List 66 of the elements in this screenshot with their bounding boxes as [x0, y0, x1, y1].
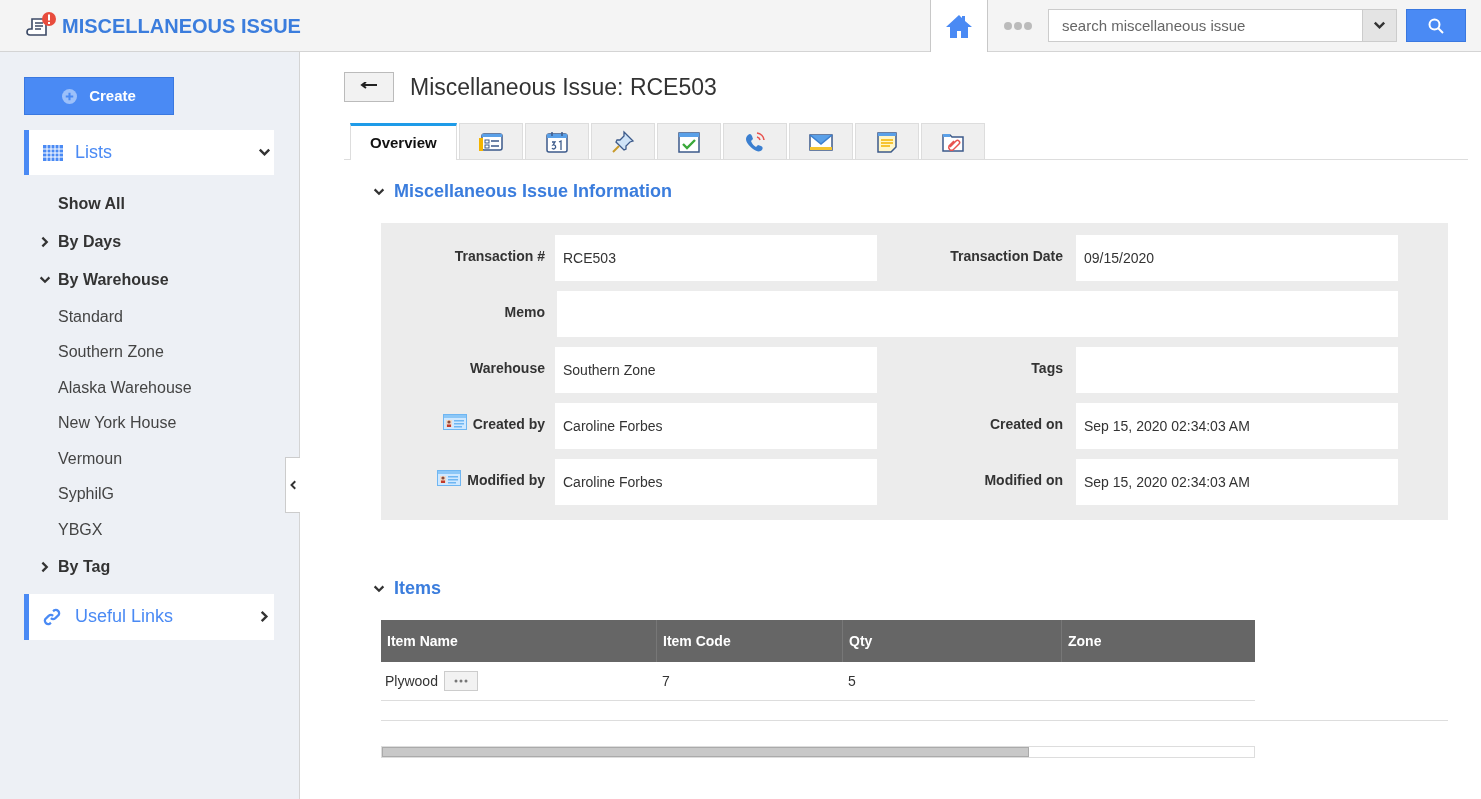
back-arrow-icon — [360, 82, 378, 92]
home-button[interactable] — [930, 0, 988, 52]
search-field[interactable]: search miscellaneous issue — [1048, 9, 1363, 42]
id-card-icon — [442, 414, 467, 430]
useful-links-label: Useful Links — [75, 605, 175, 628]
list-item[interactable]: Southern Zone — [24, 334, 274, 370]
icon-tab[interactable] — [656, 123, 721, 159]
section-title[interactable]: Items — [394, 575, 442, 602]
field-value: Southern Zone — [555, 347, 877, 393]
id-card-icon — [437, 470, 462, 486]
field-label: Modified by — [467, 471, 545, 490]
link-icon — [43, 607, 61, 626]
column-header: Qty — [842, 620, 1061, 662]
collapse-sidebar-handle[interactable] — [285, 457, 300, 513]
field-label: Created on — [989, 415, 1063, 434]
list-item[interactable]: Vermoun — [24, 441, 274, 477]
field-label: Transaction # — [454, 247, 545, 266]
icon-tab[interactable] — [920, 123, 985, 159]
list-item[interactable]: New York House — [24, 405, 274, 441]
field-value: 09/15/2020 — [1076, 235, 1398, 281]
table-cell-text: Plywood — [385, 671, 438, 691]
plus-circle-icon — [62, 88, 78, 104]
icon-tab[interactable] — [722, 123, 787, 159]
field-label: Memo — [504, 303, 545, 322]
column-header: Zone — [1061, 620, 1255, 662]
scrollbar-thumb[interactable] — [382, 747, 1029, 757]
lists-label: Lists — [75, 141, 113, 164]
field-label: Tags — [1031, 359, 1063, 378]
list-item[interactable]: Alaska Warehouse — [24, 370, 274, 406]
list-group-item[interactable]: By Days — [24, 223, 274, 261]
overview-tab[interactable]: Overview — [350, 123, 457, 160]
list-item[interactable]: SyphilG — [24, 476, 274, 512]
field-label: Created by — [472, 415, 545, 434]
icon-tab[interactable] — [854, 123, 919, 159]
list-group-item[interactable]: Show All — [24, 185, 274, 223]
field-value: Caroline Forbes — [555, 459, 877, 505]
column-header: Item Code — [656, 620, 842, 662]
home-icon — [945, 12, 973, 39]
table-cell-text: 5 — [848, 671, 856, 691]
icon-tab[interactable] — [524, 123, 589, 159]
icon-tab[interactable] — [458, 123, 523, 159]
horizontal-scrollbar[interactable] — [381, 746, 1255, 758]
field-value: Sep 15, 2020 02:34:03 AM — [1076, 403, 1398, 449]
section-title[interactable]: Miscellaneous Issue Information — [394, 178, 673, 205]
back-button[interactable] — [344, 72, 394, 102]
icon-tab[interactable] — [590, 123, 655, 159]
search-icon — [1428, 17, 1444, 34]
page-title: Miscellaneous Issue: RCE503 — [410, 72, 717, 102]
field-label: Transaction Date — [950, 247, 1063, 266]
search-dropdown-button[interactable] — [1363, 9, 1397, 42]
table-cell-text: 7 — [662, 671, 670, 691]
list-item[interactable]: Standard — [24, 299, 274, 335]
field-value: Caroline Forbes — [555, 403, 877, 449]
table-grid-icon — [43, 144, 63, 161]
app-title: MISCELLANEOUS ISSUE — [62, 13, 301, 39]
list-item[interactable]: YBGX — [24, 512, 274, 548]
field-label: Modified on — [984, 471, 1063, 490]
field-value: RCE503 — [555, 235, 877, 281]
field-value: Sep 15, 2020 02:34:03 AM — [1076, 459, 1398, 505]
icon-tab[interactable] — [788, 123, 853, 159]
more-icon — [453, 679, 468, 683]
list-group-item[interactable]: By Warehouse — [24, 261, 274, 299]
search-button[interactable] — [1406, 9, 1466, 42]
list-group-item[interactable]: By Tag — [24, 547, 274, 586]
field-label: Warehouse — [470, 359, 545, 378]
column-header: Item Name — [386, 631, 459, 651]
